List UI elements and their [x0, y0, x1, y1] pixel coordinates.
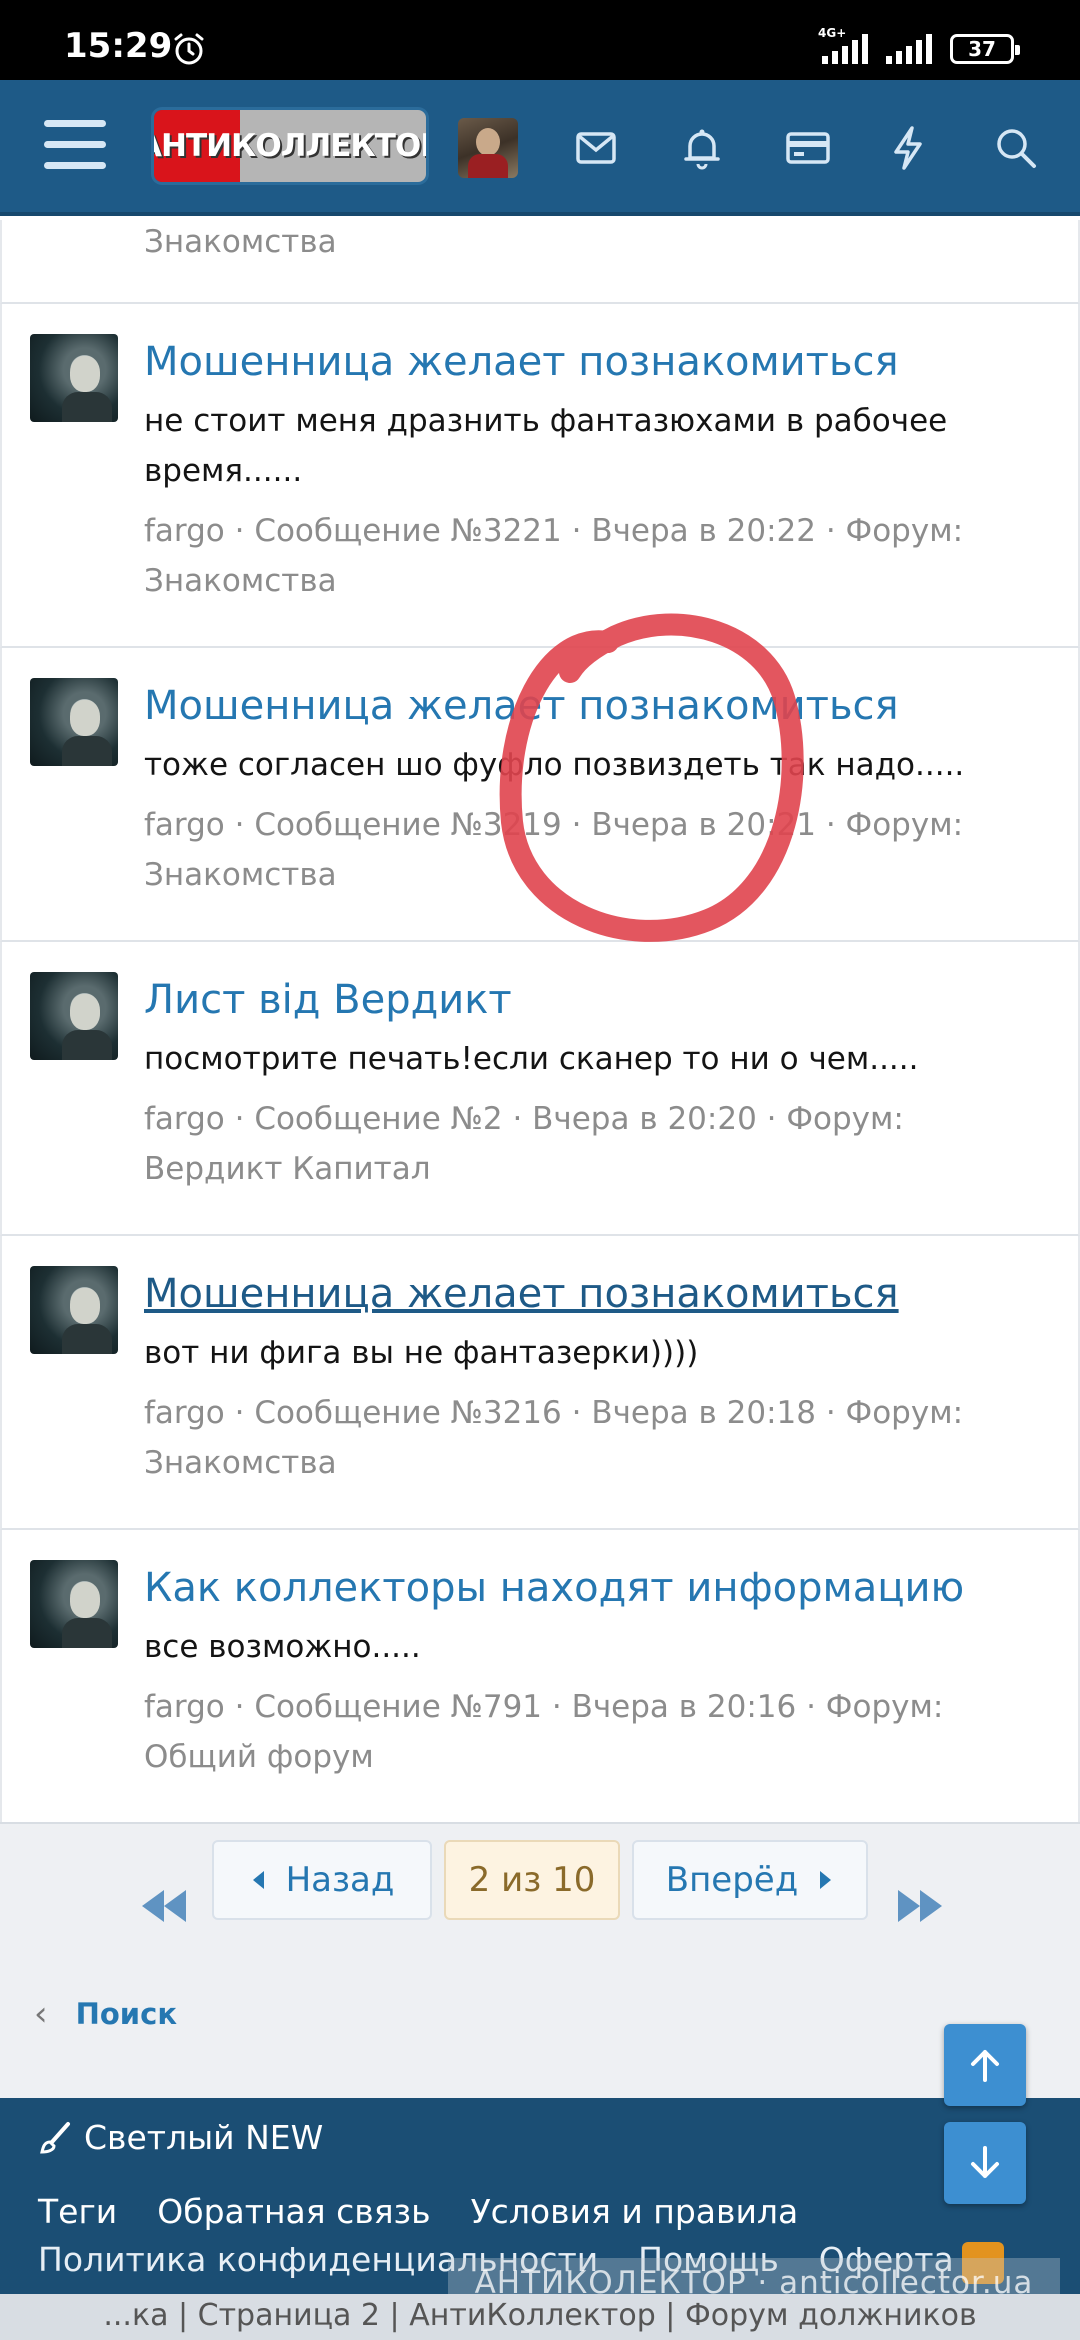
list-item: Знакомства [0, 220, 1080, 304]
thread-title-link[interactable]: Мошенница желает познакомиться [144, 1266, 1038, 1322]
forum-link[interactable]: Знакомства [144, 220, 337, 264]
author-avatar[interactable] [30, 1266, 118, 1354]
clock: 15:29 [64, 26, 173, 66]
scroll-top-button[interactable] [944, 2024, 1026, 2106]
battery-level: 37 [968, 37, 996, 61]
site-logo[interactable]: АНТИКОЛЛЕКТОР [154, 110, 426, 182]
list-item: Мошенница желает познакомиться не стоит … [0, 304, 1080, 648]
prev-page-button[interactable]: Назад [212, 1840, 432, 1920]
forum-link[interactable]: Знакомства [144, 850, 1038, 900]
app-header: АНТИКОЛЛЕКТОР [0, 80, 1080, 216]
status-bar: 15:29 4G+ 37 [0, 0, 1080, 80]
user-avatar[interactable] [458, 118, 518, 178]
caret-left-icon [252, 1871, 264, 1889]
bell-icon[interactable] [676, 122, 728, 174]
post-meta: fargo · Сообщение №3221 · Вчера в 20:22 … [144, 513, 964, 549]
prev-page-label: Назад [285, 1860, 395, 1900]
network-type: 4G+ [818, 26, 847, 40]
logo-text: АНТИКОЛЛЕКТОР [154, 128, 426, 164]
breadcrumb-search-link[interactable]: ‹ Поиск [34, 1994, 177, 2034]
scroll-bottom-button[interactable] [944, 2122, 1026, 2204]
signal-icon-sim1: 4G+ [818, 26, 868, 64]
forum-link[interactable]: Знакомства [144, 556, 1038, 606]
forum-link[interactable]: Вердикт Капитал [144, 1144, 1038, 1194]
arrow-up-icon [971, 2050, 999, 2082]
signal-icon-sim2 [886, 34, 932, 64]
chevron-left-icon: ‹ [34, 1994, 48, 2034]
post-snippet: тоже согласен шо фуфло позвиздеть так на… [144, 747, 965, 783]
page-title-bar: ...ка | Страница 2 | АнтиКоллектор | Фор… [0, 2294, 1080, 2340]
last-page-icon[interactable] [890, 1880, 950, 1932]
alarm-icon [174, 33, 204, 65]
post-meta: fargo · Сообщение №2 · Вчера в 20:20 · Ф… [144, 1101, 904, 1137]
footer-link-feedback[interactable]: Обратная связь [157, 2192, 430, 2231]
author-avatar[interactable] [30, 678, 118, 766]
footer-links-row: Теги Обратная связь Условия и правила [38, 2192, 798, 2231]
next-page-button[interactable]: Вперёд [632, 1840, 868, 1920]
footer-link-terms[interactable]: Условия и правила [471, 2192, 799, 2231]
post-meta: fargo · Сообщение №3219 · Вчера в 20:21 … [144, 807, 964, 843]
author-avatar[interactable] [30, 334, 118, 422]
current-page-label: 2 из 10 [468, 1860, 596, 1900]
arrow-down-icon [971, 2146, 999, 2178]
payment-card-icon[interactable] [782, 122, 834, 174]
footer-link-tags[interactable]: Теги [38, 2192, 117, 2231]
thread-title-link[interactable]: Лист від Вердикт [144, 972, 1038, 1028]
post-snippet: посмотрите печать!если сканер то ни о че… [144, 1041, 919, 1077]
post-snippet: вот ни фига вы не фантазерки)))) [144, 1335, 699, 1371]
search-results-list: Знакомства Мошенница желает познакомитьс… [0, 220, 1080, 1826]
thread-title-link[interactable]: Мошенница желает познакомиться [144, 678, 1038, 734]
forum-link[interactable]: Знакомства [144, 1438, 1038, 1488]
current-page-indicator: 2 из 10 [444, 1840, 620, 1920]
post-snippet: все возможно..... [144, 1629, 421, 1665]
inbox-icon[interactable] [570, 122, 622, 174]
search-icon[interactable] [990, 122, 1042, 174]
style-chooser-link[interactable]: Светлый NEW [38, 2118, 323, 2157]
pagination-area: Назад 2 из 10 Вперёд ‹ Поиск [0, 1822, 1080, 2098]
first-page-icon[interactable] [134, 1880, 194, 1932]
post-snippet: не стоит меня дразнить фантазюхами в раб… [144, 403, 948, 489]
list-item: Мошенница желает познакомиться вот ни фи… [0, 1236, 1080, 1530]
forum-link[interactable]: Общий форум [144, 1732, 1038, 1782]
style-label: Светлый NEW [84, 2118, 324, 2157]
post-meta: fargo · Сообщение №791 · Вчера в 20:16 ·… [144, 1689, 944, 1725]
thread-title-link[interactable]: Как коллекторы находят информацию [144, 1560, 1038, 1616]
post-meta: fargo · Сообщение №3216 · Вчера в 20:18 … [144, 1395, 964, 1431]
list-item: Мошенница желает познакомиться тоже согл… [0, 648, 1080, 942]
next-page-label: Вперёд [665, 1860, 799, 1900]
menu-icon[interactable] [44, 120, 106, 172]
battery-icon: 37 [950, 34, 1020, 64]
caret-right-icon [820, 1871, 832, 1889]
paintbrush-icon [40, 2121, 70, 2154]
author-avatar[interactable] [30, 972, 118, 1060]
author-avatar[interactable] [30, 1560, 118, 1648]
lightning-icon[interactable] [882, 122, 934, 174]
list-item: Как коллекторы находят информацию все во… [0, 1530, 1080, 1826]
list-item: Лист від Вердикт посмотрите печать!если … [0, 942, 1080, 1236]
breadcrumb-label: Поиск [75, 1997, 177, 2031]
thread-title-link[interactable]: Мошенница желает познакомиться [144, 334, 1038, 390]
